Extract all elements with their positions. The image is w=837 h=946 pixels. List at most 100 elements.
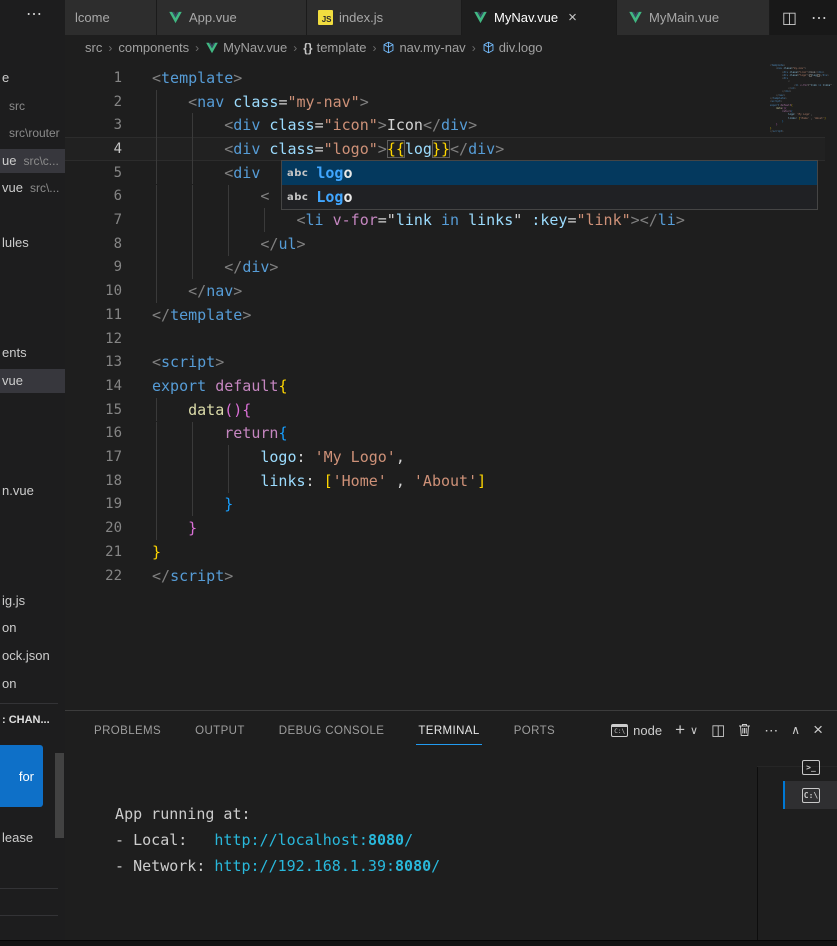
window-bottom-edge — [0, 940, 837, 946]
editor-tab[interactable]: App.vue — [157, 0, 307, 35]
code-line[interactable]: 15 data(){ — [65, 398, 837, 422]
sidebar-item[interactable]: src — [0, 94, 65, 118]
code-line[interactable]: 1<template> — [65, 66, 837, 90]
panel-tab-debug-console[interactable]: DEBUG CONSOLE — [277, 715, 387, 745]
terminal-tabs-sash[interactable] — [757, 766, 758, 941]
line-number: 17 — [65, 449, 122, 465]
line-number: 4 — [65, 141, 122, 157]
code-line[interactable]: 14export default{ — [65, 374, 837, 398]
tab-label: MyNav.vue — [494, 10, 558, 25]
editor-tab[interactable]: MyMain.vue — [617, 0, 770, 35]
breadcrumb-item[interactable]: src — [85, 40, 102, 55]
sidebar-item[interactable]: uesrc\c... — [0, 149, 65, 173]
kill-terminal-icon[interactable] — [738, 723, 751, 737]
code-line[interactable]: 3 <div class="icon">Icon</div> — [65, 113, 837, 137]
code-line[interactable]: 8 </ul> — [65, 232, 837, 256]
indent-guide — [156, 137, 157, 161]
panel-tab-problems[interactable]: PROBLEMS — [92, 715, 163, 745]
split-editor-icon[interactable]: ◫ — [782, 8, 797, 28]
line-number: 11 — [65, 307, 122, 323]
sidebar-item[interactable]: e — [0, 66, 65, 90]
vue-file-icon — [627, 10, 643, 26]
close-panel-icon[interactable]: × — [813, 720, 823, 740]
breadcrumb-item[interactable]: div.logo — [482, 40, 543, 55]
indent-guide — [192, 161, 193, 185]
breadcrumb-item[interactable]: {}template — [303, 40, 366, 55]
code-line[interactable]: 2 <nav class="my-nav"> — [65, 90, 837, 114]
indent-guide — [156, 185, 157, 209]
sidebar-item[interactable]: ock.json — [0, 644, 65, 668]
indent-guide — [228, 185, 229, 209]
code-line[interactable]: 13<script> — [65, 350, 837, 374]
sidebar-primary-button[interactable]: for — [0, 745, 43, 807]
element-symbol-icon — [482, 41, 495, 54]
editor-tab[interactable]: JSindex.js — [307, 0, 462, 35]
breadcrumb-separator: › — [195, 41, 199, 55]
vue-file-icon — [205, 41, 219, 55]
code-line[interactable]: 19 } — [65, 493, 837, 517]
breadcrumb-item[interactable]: MyNav.vue — [205, 40, 287, 55]
panel-more-actions-icon[interactable]: ⋯ — [764, 722, 778, 739]
breadcrumb-item[interactable]: components — [118, 40, 189, 55]
indent-guide — [156, 113, 157, 137]
maximize-panel-icon[interactable]: ∧ — [791, 723, 800, 737]
panel-tab-output[interactable]: OUTPUT — [193, 715, 247, 745]
sidebar-item[interactable]: on — [0, 672, 65, 696]
editor-more-actions-icon[interactable]: ⋯ — [811, 8, 827, 28]
sidebar-button-label: for — [19, 769, 34, 784]
code-line[interactable]: 11</template> — [65, 303, 837, 327]
powershell-terminal-tab[interactable]: >_ — [783, 753, 837, 781]
sidebar-item[interactable]: src\router — [0, 121, 65, 145]
suggest-item[interactable]: abclogo — [282, 161, 817, 185]
sidebar-divider — [0, 915, 58, 916]
code-line[interactable]: 22</script> — [65, 564, 837, 588]
text-suggestion-icon: abc — [287, 192, 308, 203]
sidebar-divider — [0, 703, 58, 704]
terminal-output[interactable]: App running at: - Local: http://localhos… — [97, 801, 440, 879]
code-line[interactable]: 7 <li v-for="link in links" :key="link">… — [65, 208, 837, 232]
sidebar-item[interactable]: ig.js — [0, 589, 65, 613]
sidebar-item[interactable]: ents — [0, 341, 65, 365]
sidebar-item[interactable]: vue — [0, 369, 65, 393]
code-line[interactable]: 9 </div> — [65, 256, 837, 280]
code-editor[interactable]: 1<template>2 <nav class="my-nav">3 <div … — [65, 60, 837, 710]
line-number: 18 — [65, 473, 122, 489]
element-symbol-icon — [382, 41, 395, 54]
panel-tab-ports[interactable]: PORTS — [512, 715, 557, 745]
breadcrumb-item[interactable]: nav.my-nav — [382, 40, 465, 55]
code-line[interactable]: 20 } — [65, 516, 837, 540]
line-number: 7 — [65, 212, 122, 228]
sidebar-more-actions-icon[interactable]: ⋯ — [26, 4, 43, 24]
suggest-item[interactable]: abcLogo — [282, 185, 817, 209]
breadcrumb-separator: › — [108, 41, 112, 55]
code-line[interactable]: 10 </nav> — [65, 279, 837, 303]
sidebar-item[interactable]: on — [0, 616, 65, 640]
editor-tab[interactable]: MyNav.vue × — [462, 0, 617, 35]
split-terminal-icon[interactable]: ◫ — [711, 721, 725, 739]
sidebar-item[interactable]: n.vue — [0, 479, 65, 503]
code-line[interactable]: 16 return{ — [65, 422, 837, 446]
terminal-shell-label[interactable]: C:\ node — [611, 723, 662, 738]
panel-actions: C:\ node + ∨ ◫ ⋯ ∧ × — [611, 720, 837, 740]
sidebar-section-header[interactable]: : CHAN... — [0, 708, 65, 732]
breadcrumb-label: nav.my-nav — [399, 40, 465, 55]
terminal-icon: C:\ — [802, 788, 820, 803]
close-tab-icon[interactable]: × — [568, 9, 577, 26]
breadcrumb: src›components›MyNav.vue›{}template›nav.… — [65, 35, 837, 60]
editor-tab[interactable]: lcome — [65, 0, 157, 35]
line-number: 6 — [65, 188, 122, 204]
new-terminal-button[interactable]: + ∨ — [675, 720, 698, 740]
indent-guide — [156, 256, 157, 280]
cmd-terminal-tab[interactable]: C:\ — [783, 781, 837, 809]
code-line[interactable]: 21} — [65, 540, 837, 564]
code-line[interactable]: 17 logo: 'My Logo', — [65, 445, 837, 469]
breadcrumb-label: MyNav.vue — [223, 40, 287, 55]
sidebar-item[interactable]: lules — [0, 231, 65, 255]
code-line[interactable]: 12 — [65, 327, 837, 351]
code-line[interactable]: 18 links: ['Home' , 'About'] — [65, 469, 837, 493]
suggest-label: logo — [316, 164, 352, 182]
sidebar-item[interactable]: vuesrc\... — [0, 176, 65, 200]
panel-tab-terminal[interactable]: TERMINAL — [416, 715, 481, 745]
code-line[interactable]: 4 <div class="logo">{{log}}</div> — [65, 137, 837, 161]
vue-file-icon — [167, 10, 183, 26]
